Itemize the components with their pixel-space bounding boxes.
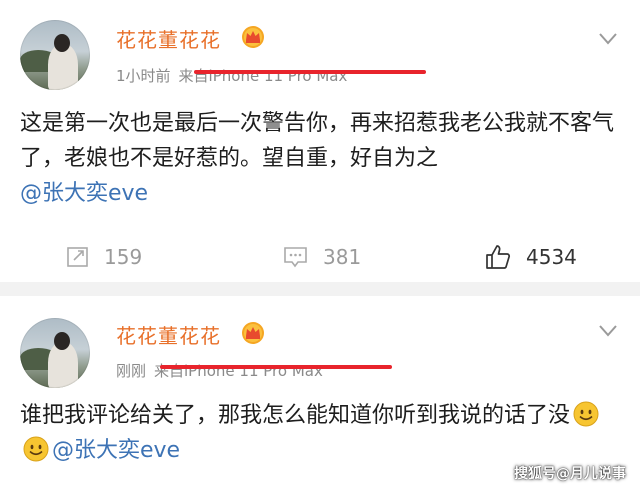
smile-emoji-icon	[23, 436, 49, 462]
comment-count: 381	[323, 245, 362, 269]
username[interactable]: 花花董花花	[116, 320, 221, 349]
username[interactable]: 花花董花花	[116, 24, 221, 53]
chevron-down-icon[interactable]	[598, 324, 618, 338]
comment-icon	[284, 247, 307, 268]
weibo-post-2: 花花董花花 刚刚 来自iPhone 11 Pro Max 谁把我评论给关了，那我怎…	[0, 296, 640, 491]
avatar[interactable]	[20, 318, 90, 388]
post-text: 谁把我评论给关了，那我怎么能知道你听到我说的话了没 @张大奕eve	[20, 398, 630, 468]
post-time: 刚刚	[116, 362, 147, 380]
post-meta: 刚刚 来自iPhone 11 Pro Max	[116, 360, 323, 381]
post-body: 谁把我评论给关了，那我怎么能知道你听到我说的话了没	[20, 403, 571, 428]
avatar[interactable]	[20, 20, 90, 90]
repost-button[interactable]: 159	[66, 242, 142, 272]
like-icon	[486, 245, 511, 269]
chevron-down-icon[interactable]	[598, 32, 618, 46]
post-text: 这是第一次也是最后一次警告你，再来招惹我老公我就不客气了，老娘也不是好惹的。望自…	[20, 106, 630, 211]
weibo-post-1: 花花董花花 1小时前 来自iPhone 11 Pro Max 这是第一次也是最后一…	[0, 0, 640, 282]
mention-link[interactable]: @张大奕eve	[52, 438, 180, 463]
comment-button[interactable]: 381	[283, 242, 361, 272]
like-button[interactable]: 4534	[484, 242, 577, 272]
action-bar: 159 381 4534	[0, 234, 640, 278]
smile-emoji-icon	[573, 401, 599, 427]
mention-link[interactable]: @张大奕eve	[20, 181, 148, 206]
post-divider	[0, 282, 640, 296]
crown-vip-icon	[242, 26, 264, 48]
post-time: 1小时前	[116, 67, 171, 85]
crown-vip-icon	[242, 322, 264, 344]
strike-line	[194, 70, 426, 74]
watermark: 搜狐号@月儿说事	[514, 466, 626, 482]
repost-icon	[67, 247, 88, 267]
post-body: 这是第一次也是最后一次警告你，再来招惹我老公我就不客气了，老娘也不是好惹的。望自…	[20, 111, 615, 171]
repost-count: 159	[104, 245, 143, 269]
strike-line	[160, 365, 392, 369]
post-meta: 1小时前 来自iPhone 11 Pro Max	[116, 65, 347, 86]
like-count: 4534	[526, 245, 577, 269]
